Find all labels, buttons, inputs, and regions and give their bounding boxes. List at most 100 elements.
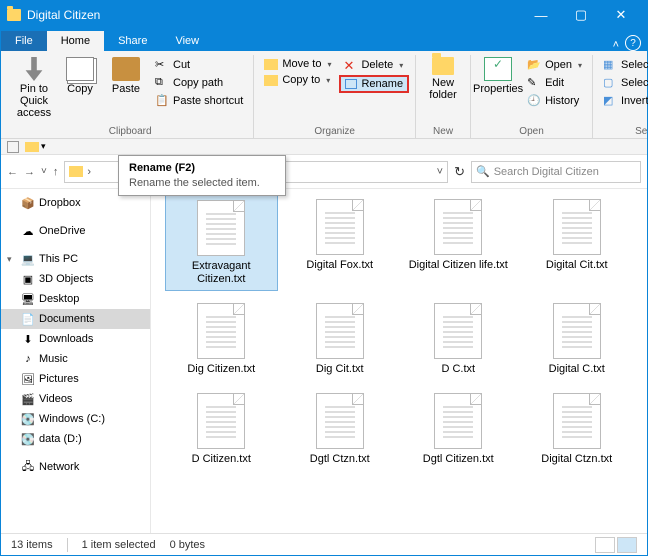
- file-icon: [316, 199, 364, 255]
- copy-to-icon: [264, 75, 278, 86]
- refresh-button[interactable]: ↻: [454, 164, 465, 180]
- status-size: 0 bytes: [170, 539, 205, 551]
- paste-shortcut-button[interactable]: 📋Paste shortcut: [151, 93, 247, 109]
- nav-item-dropbox[interactable]: 📦Dropbox: [1, 193, 150, 213]
- tab-file[interactable]: File: [1, 31, 47, 51]
- select-all-checkbox[interactable]: [7, 141, 19, 153]
- nav-item-pictures[interactable]: 🖼Pictures: [1, 369, 150, 389]
- invert-selection-button[interactable]: ◩Invert selection: [599, 93, 648, 109]
- nav-item-music[interactable]: ♪Music: [1, 349, 150, 369]
- status-bar: 13 items 1 item selected 0 bytes: [1, 533, 647, 555]
- tab-home[interactable]: Home: [47, 31, 104, 51]
- tab-view[interactable]: View: [161, 31, 213, 51]
- nav-icon: 💽: [21, 432, 35, 446]
- ribbon-group-clipboard: Pin to Quick access Copy Paste ✂Cut ⧉Cop…: [7, 55, 254, 139]
- copy-to-button[interactable]: Copy to▾: [260, 73, 335, 87]
- nav-label: data (D:): [39, 433, 82, 445]
- file-name: Dig Citizen.txt: [187, 363, 255, 376]
- icons-view-button[interactable]: [617, 537, 637, 553]
- nav-icon: ⬇: [21, 332, 35, 346]
- close-button[interactable]: ✕: [601, 1, 641, 29]
- nav-item-data-d-[interactable]: 💽 data (D:): [1, 429, 150, 449]
- file-name: Dig Cit.txt: [316, 363, 364, 376]
- nav-icon: ☁: [21, 224, 35, 238]
- up-button[interactable]: ↑: [53, 166, 59, 178]
- file-item[interactable]: Digital Ctzn.txt: [521, 389, 634, 470]
- file-item[interactable]: Digital Citizen life.txt: [402, 195, 515, 291]
- nav-label: Desktop: [39, 293, 79, 305]
- nav-item-windows-c-[interactable]: 💽Windows (C:): [1, 409, 150, 429]
- paste-icon: [112, 57, 140, 81]
- file-item[interactable]: Digital Fox.txt: [284, 195, 397, 291]
- select-all-button[interactable]: ▦Select all: [599, 57, 648, 73]
- nav-icon: 📄: [21, 312, 35, 326]
- nav-item-downloads[interactable]: ⬇Downloads: [1, 329, 150, 349]
- file-item[interactable]: Dgtl Citizen.txt: [402, 389, 515, 470]
- forward-button[interactable]: →: [24, 166, 35, 178]
- nav-label: Music: [39, 353, 68, 365]
- file-item[interactable]: Digital Cit.txt: [521, 195, 634, 291]
- file-item[interactable]: D C.txt: [402, 299, 515, 380]
- new-folder-button[interactable]: New folder: [422, 55, 464, 101]
- file-name: Dgtl Ctzn.txt: [310, 453, 370, 466]
- nav-item-3d-objects[interactable]: ▣3D Objects: [1, 269, 150, 289]
- nav-icon: 💻: [21, 252, 35, 266]
- select-none-button[interactable]: ▢Select none: [599, 75, 648, 91]
- move-to-button[interactable]: Move to▾: [260, 57, 335, 71]
- nav-item-videos[interactable]: 🎬Videos: [1, 389, 150, 409]
- nav-item-network[interactable]: 🖧Network: [1, 457, 150, 477]
- chevron-down-icon[interactable]: ▾: [41, 141, 46, 152]
- nav-item-desktop[interactable]: 🖥 Desktop: [1, 289, 150, 309]
- paste-button[interactable]: Paste: [105, 55, 147, 95]
- properties-button[interactable]: Properties: [477, 55, 519, 95]
- copy-path-button[interactable]: ⧉Copy path: [151, 75, 247, 91]
- nav-item-documents[interactable]: 📄Documents: [1, 309, 150, 329]
- ribbon-collapse-button[interactable]: ˄: [613, 39, 619, 51]
- pin-icon: [20, 57, 48, 81]
- window-title: Digital Citizen: [27, 8, 521, 22]
- search-input[interactable]: 🔍 Search Digital Citizen: [471, 161, 641, 183]
- file-icon: [316, 303, 364, 359]
- file-item[interactable]: Digital C.txt: [521, 299, 634, 380]
- status-selected: 1 item selected: [82, 539, 156, 551]
- file-item[interactable]: Dig Cit.txt: [284, 299, 397, 380]
- ribbon: Pin to Quick access Copy Paste ✂Cut ⧉Cop…: [1, 51, 647, 139]
- file-icon: [316, 393, 364, 449]
- help-button[interactable]: ?: [625, 35, 641, 51]
- nav-label: 3D Objects: [39, 273, 93, 285]
- nav-item-onedrive[interactable]: ☁OneDrive: [1, 221, 150, 241]
- folder-icon: [25, 142, 39, 152]
- history-button[interactable]: 🕘History: [523, 93, 586, 109]
- copy-path-icon: ⧉: [155, 76, 169, 90]
- delete-button[interactable]: ✕Delete▾: [339, 57, 409, 73]
- file-item[interactable]: D Citizen.txt: [165, 389, 278, 470]
- details-view-button[interactable]: [595, 537, 615, 553]
- edit-button[interactable]: ✎Edit: [523, 75, 586, 91]
- back-button[interactable]: ←: [7, 166, 18, 178]
- file-icon: [434, 303, 482, 359]
- open-button[interactable]: 📂Open▾: [523, 57, 586, 73]
- copy-button[interactable]: Copy: [59, 55, 101, 95]
- nav-item-this-pc[interactable]: ▾💻This PC: [1, 249, 150, 269]
- new-folder-icon: [432, 57, 454, 75]
- folder-icon: [7, 9, 21, 21]
- tab-share[interactable]: Share: [104, 31, 161, 51]
- rename-button[interactable]: Rename: [339, 75, 409, 93]
- history-dropdown[interactable]: ˅: [41, 166, 47, 177]
- maximize-button[interactable]: ▢: [561, 1, 601, 29]
- file-name: Digital Citizen life.txt: [409, 259, 508, 272]
- file-item[interactable]: Dig Citizen.txt: [165, 299, 278, 380]
- pin-to-quick-access-button[interactable]: Pin to Quick access: [13, 55, 55, 119]
- tooltip-body: Rename the selected item.: [129, 177, 275, 189]
- nav-icon: 🖥: [21, 292, 35, 306]
- tooltip-title: Rename (F2): [129, 162, 275, 174]
- file-item[interactable]: Extravagant Citizen.txt: [165, 195, 278, 291]
- file-list[interactable]: Extravagant Citizen.txt Digital Fox.txt Di…: [151, 189, 647, 533]
- file-item[interactable]: Dgtl Ctzn.txt: [284, 389, 397, 470]
- nav-icon: 💽: [21, 412, 35, 426]
- file-name: Digital Fox.txt: [306, 259, 373, 272]
- nav-label: Pictures: [39, 373, 79, 385]
- minimize-button[interactable]: —: [521, 1, 561, 29]
- cut-button[interactable]: ✂Cut: [151, 57, 247, 73]
- chevron-down-icon[interactable]: ˅: [437, 166, 443, 178]
